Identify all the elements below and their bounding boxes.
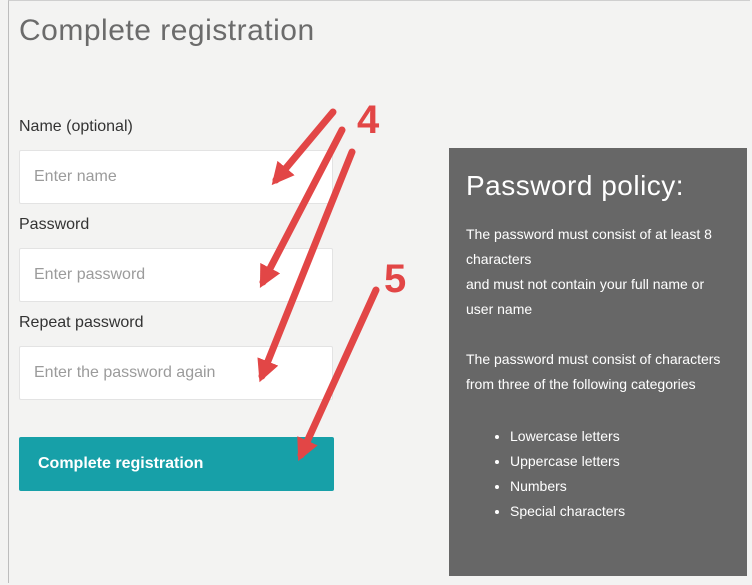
list-item: Special characters	[510, 499, 731, 524]
page-title: Complete registration	[19, 14, 315, 47]
policy-category-list: Lowercase letters Uppercase letters Numb…	[466, 424, 731, 524]
password-label: Password	[19, 216, 90, 233]
policy-text-categories: The password must consist of characters …	[466, 351, 721, 392]
repeat-password-label: Repeat password	[19, 314, 144, 331]
policy-text-name: and must not contain your full name or u…	[466, 276, 705, 317]
policy-title: Password policy:	[466, 170, 685, 201]
repeat-password-input[interactable]	[19, 346, 333, 400]
policy-text-length: The password must consist of at least 8 …	[466, 226, 712, 267]
password-policy-panel: Password policy: The password must consi…	[449, 148, 747, 576]
name-label: Name (optional)	[19, 118, 133, 135]
list-item: Uppercase letters	[510, 449, 731, 474]
step-4-marker: 4	[357, 98, 380, 142]
list-item: Numbers	[510, 474, 731, 499]
list-item: Lowercase letters	[510, 424, 731, 449]
password-input[interactable]	[19, 248, 333, 302]
name-input[interactable]	[19, 150, 333, 204]
step-5-marker: 5	[384, 257, 407, 301]
complete-registration-button[interactable]: Complete registration	[19, 437, 334, 491]
